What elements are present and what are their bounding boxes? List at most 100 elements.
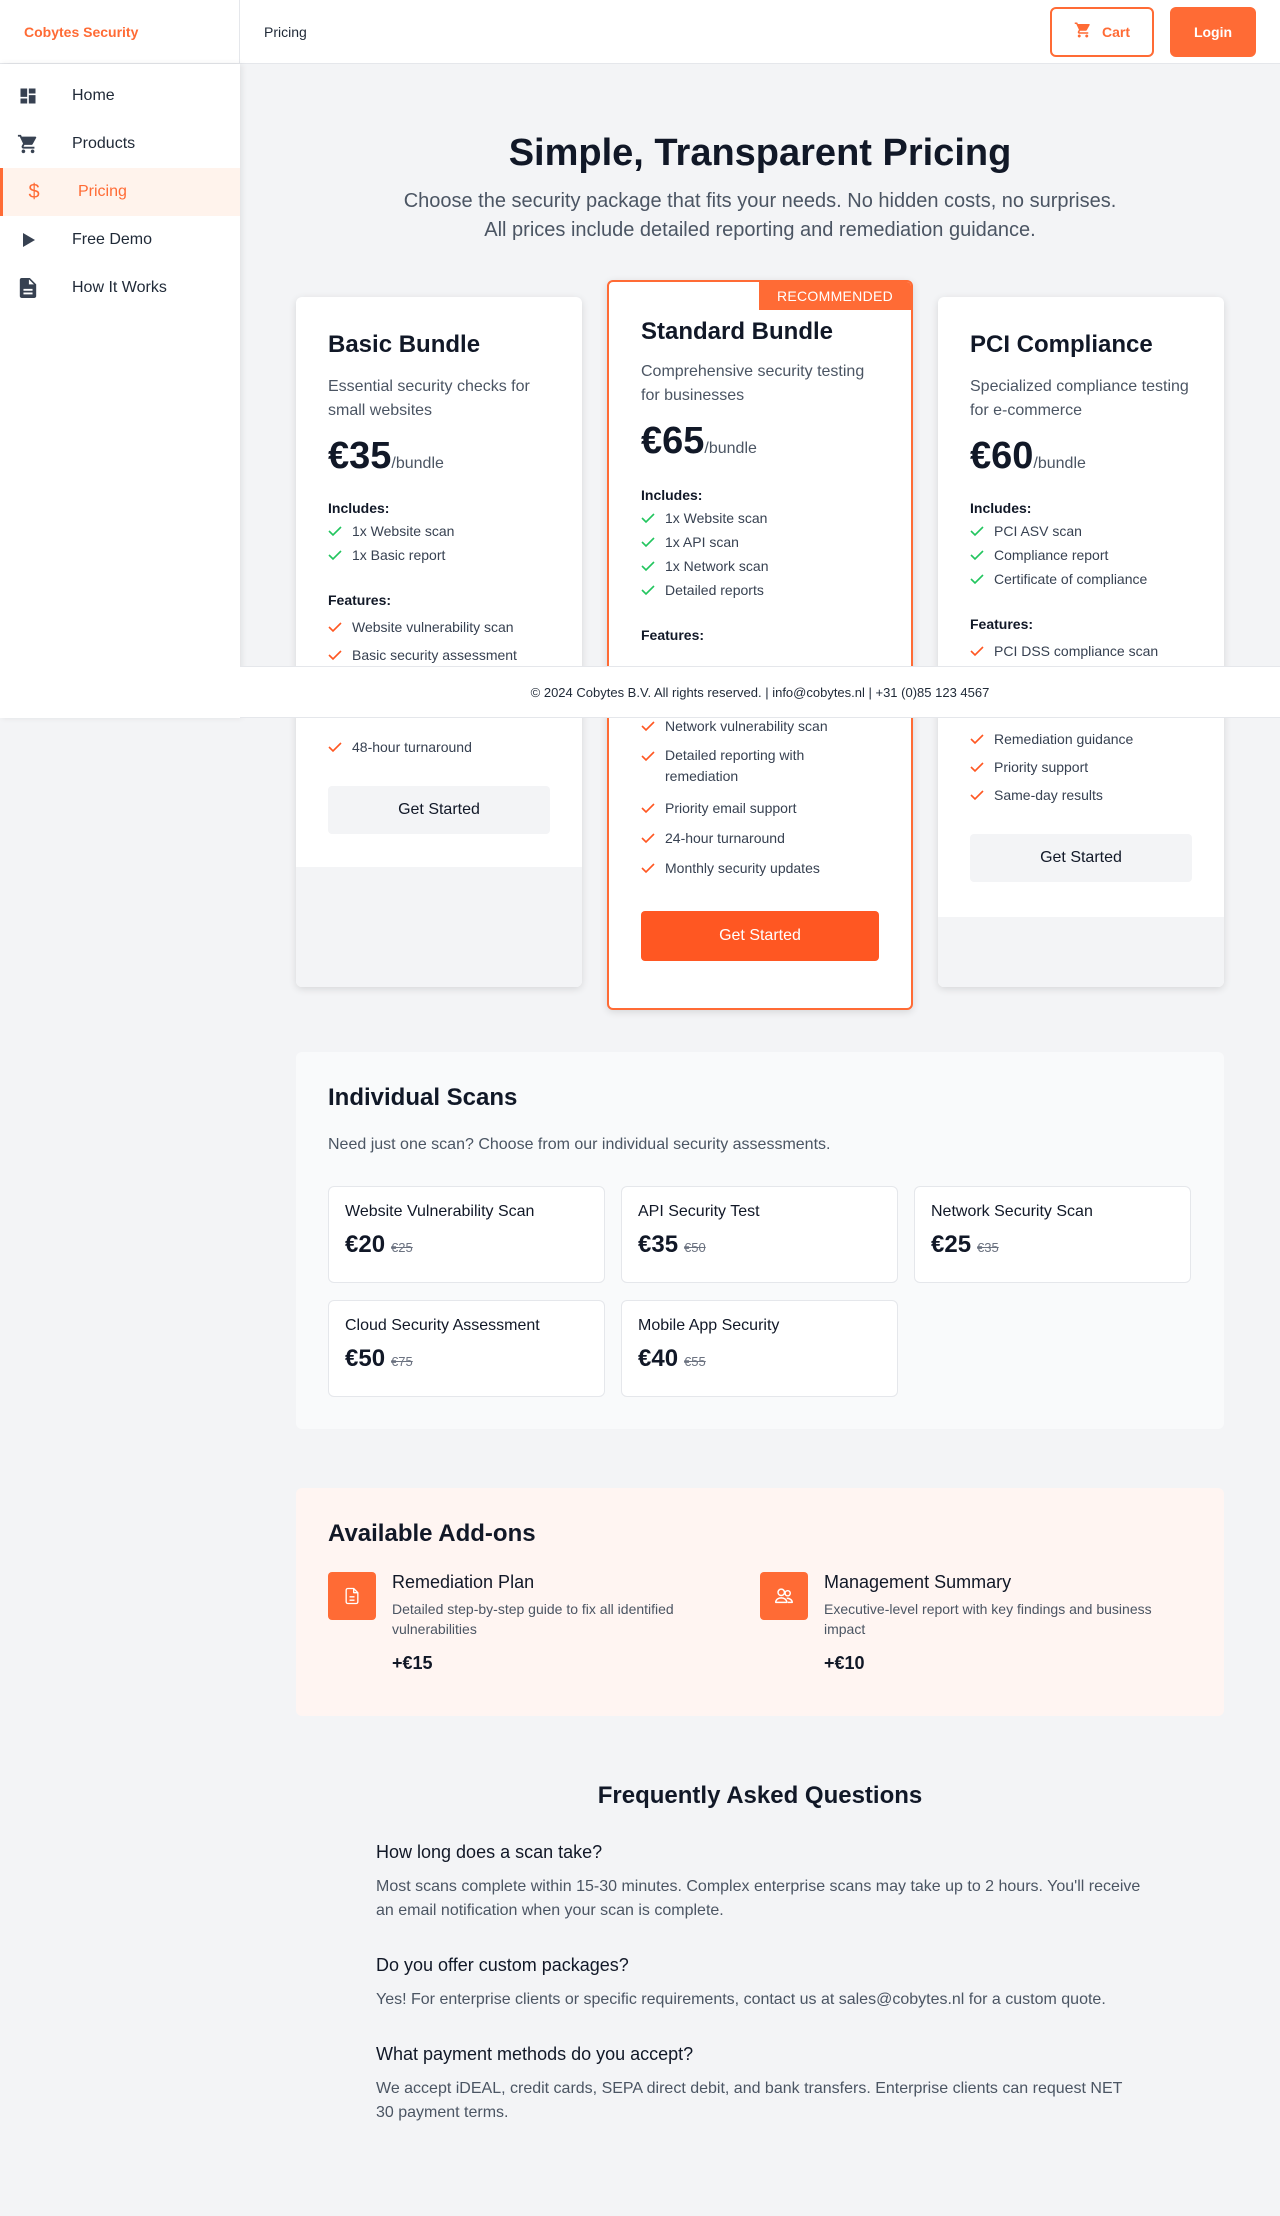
scan-card[interactable]: Cloud Security Assessment €50 €75 [328,1300,605,1397]
list-item: 1x Website scan [328,522,550,540]
plan-description: Comprehensive security testing for busin… [641,363,865,404]
scan-grid: Website Vulnerability Scan €20 €25 API Se… [328,1186,1192,1397]
list-item: Priority email support [641,799,879,817]
get-started-button[interactable]: Get Started [328,786,550,834]
check-icon [641,717,665,732]
cart-button[interactable]: Cart [1050,6,1154,57]
brand-logo[interactable]: Cobytes Security [0,0,240,64]
cart-label: Cart [1101,23,1130,40]
pricing-plans: Basic Bundle Essential security checks f… [240,245,1280,1010]
check-icon [970,786,994,801]
dashboard-icon [16,84,40,108]
list-item-text: Network vulnerability scan [665,718,828,734]
faq-question: Do you offer custom packages? [376,1955,629,1975]
section-title: Available Add-ons [328,1520,536,1547]
list-item: Detailed reporting with remediation [641,747,879,787]
check-icon [970,546,994,561]
list-item-text: Basic security assessment [352,647,517,663]
current-price: €35 [638,1231,679,1258]
scan-price: €40 €55 [638,1345,881,1373]
login-button[interactable]: Login [1170,6,1256,57]
list-item: Network vulnerability scan [641,717,879,735]
sidebar-item-label: Free Demo [72,231,153,248]
check-icon [641,859,665,874]
old-price: €55 [684,1354,706,1369]
addon-title: Remediation Plan [392,1572,535,1592]
list-item-text: 48-hour turnaround [352,739,472,755]
sidebar-item-label: How It Works [72,279,167,296]
price-amount: €60 [970,435,1034,477]
scan-card[interactable]: Mobile App Security €40 €55 [621,1300,898,1397]
current-price: €20 [345,1231,386,1258]
list-item-text: Priority support [994,759,1089,775]
scan-card[interactable]: API Security Test €35 €50 [621,1186,898,1283]
scan-name: Cloud Security Assessment [345,1317,540,1334]
includes-label: Includes: [328,500,390,516]
faq-question: What payment methods do you accept? [376,2044,694,2064]
list-item: Detailed reports [641,581,879,599]
list-item: Same-day results [970,786,1192,804]
includes-list: PCI ASV scan Compliance report Certifica… [970,522,1192,588]
current-price: €25 [931,1231,972,1258]
list-item-text: Detailed reporting with remediation [665,747,805,784]
addon-item[interactable]: Remediation Plan Detailed step-by-step g… [328,1572,760,1674]
check-icon [641,799,665,814]
addon-list: Remediation Plan Detailed step-by-step g… [328,1572,1192,1674]
sidebar-item-home[interactable]: Home [0,72,240,120]
scan-card[interactable]: Network Security Scan €25 €35 [914,1186,1191,1283]
features-label: Features: [641,627,705,643]
check-icon [328,618,352,633]
dollar-icon: $ [28,180,40,203]
plan-price: €35 /bundle [328,435,550,478]
addons-section: Available Add-ons Remediation Plan Detai… [296,1488,1224,1716]
check-icon [328,738,352,753]
check-icon [641,581,665,596]
plan-name: PCI Compliance [970,331,1153,358]
list-item-text: Priority email support [665,800,797,816]
list-item: Compliance report [970,546,1192,564]
sidebar-item-label: Products [72,135,136,152]
old-price: €75 [391,1354,413,1369]
addon-title: Management Summary [824,1572,1012,1592]
scan-price: €50 €75 [345,1345,588,1373]
sidebar-item-how-it-works[interactable]: How It Works [0,264,240,312]
individual-scans-section: Individual Scans Need just one scan? Cho… [296,1052,1224,1429]
features-list: Network vulnerability scan Detailed repo… [641,717,879,877]
list-item-text: Monthly security updates [665,860,820,876]
faq-section: Frequently Asked Questions How long does… [376,1782,1144,2125]
scan-name: Network Security Scan [931,1203,1093,1220]
get-started-button[interactable]: Get Started [641,911,879,961]
features-label: Features: [328,592,392,608]
check-icon [328,646,352,661]
sidebar-item-products[interactable]: Products [0,120,240,168]
price-period: /bundle [704,440,757,457]
list-item: Certificate of compliance [970,570,1192,588]
sidebar-item-free-demo[interactable]: Free Demo [0,216,240,264]
price-amount: €35 [328,435,392,477]
breadcrumb: Pricing [264,23,307,40]
current-price: €40 [638,1345,679,1372]
list-item: PCI ASV scan [970,522,1192,540]
sidebar-item-pricing[interactable]: $ Pricing [0,168,240,216]
old-price: €35 [977,1240,999,1255]
check-icon [970,758,994,773]
list-item-text: 1x Basic report [352,547,446,563]
check-icon [970,522,994,537]
plan-price: €65 /bundle [641,420,879,463]
scan-card[interactable]: Website Vulnerability Scan €20 €25 [328,1186,605,1283]
plan-card-basic: Basic Bundle Essential security checks f… [296,297,582,987]
addon-item[interactable]: Management Summary Executive-level repor… [760,1572,1192,1674]
list-item: Website vulnerability scan [328,618,550,636]
list-item-text: Same-day results [994,787,1103,803]
price-amount: €65 [641,420,705,462]
footer-bar: © 2024 Cobytes B.V. All rights reserved.… [240,666,1280,718]
top-header: Cobytes Security Pricing Cart Login [0,0,1280,64]
list-item-text: 1x API scan [665,534,739,550]
check-icon [641,509,665,524]
section-title: Individual Scans [328,1084,518,1111]
list-item-text: Remediation guidance [994,731,1134,747]
check-icon [328,522,352,537]
cart-icon [16,132,40,156]
get-started-button[interactable]: Get Started [970,834,1192,882]
main-content: Simple, Transparent Pricing Choose the s… [240,64,1280,2121]
